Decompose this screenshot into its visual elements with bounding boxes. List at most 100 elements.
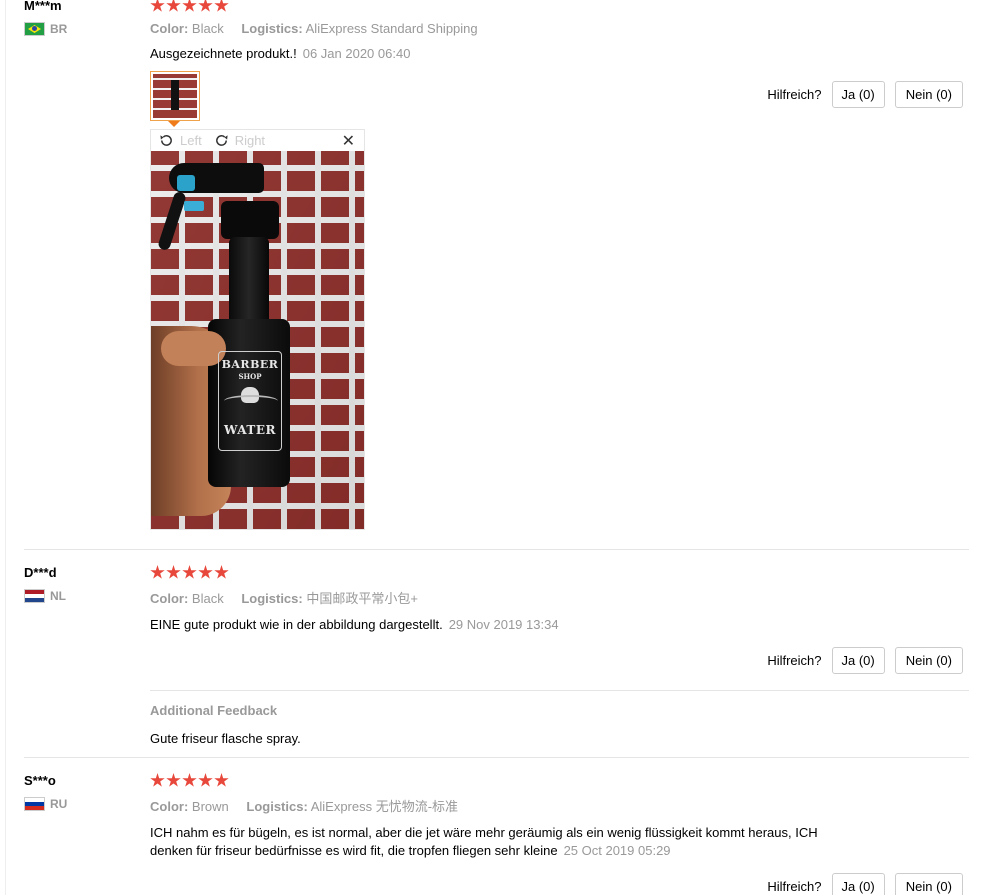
star-icon [214,565,229,579]
review-body: Color: Brown Logistics: AliExpress 无忧物流-… [150,773,969,860]
russia-flag-icon [24,797,45,811]
rotate-left-icon [160,135,172,146]
reviewer-info: M***m BR [24,0,134,36]
star-icon [198,773,213,787]
logistics-label: Logistics: [241,591,303,606]
bottle-neck [229,237,269,323]
star-icon [182,0,197,12]
review-divider [24,757,969,758]
review-body: Color: Black Logistics: 中国邮政平常小包+ EINE g… [150,565,969,634]
star-icon [166,0,181,12]
review-date: 29 Nov 2019 13:34 [448,617,559,632]
reviewer-country: BR [24,22,134,36]
review-item: S***o RU Color: Brown Logistics: AliExpr… [24,773,969,895]
review-text-row: EINE gute produkt wie in der abbildung d… [150,616,969,634]
color-label: Color: [150,21,189,36]
spray-clip [184,201,204,211]
review-date: 25 Oct 2019 05:29 [563,843,671,858]
bottle-label-line2: SHOP [238,372,262,381]
netherlands-flag-icon [24,589,45,603]
star-icon [198,565,213,579]
thumbnail-pointer-icon [168,121,180,127]
review-item: D***d NL Color: Black Logistics: 中国邮政平常小… [24,565,969,755]
review-text: Ausgezeichnete produkt.! [150,46,297,61]
review-photo-thumbnail[interactable] [150,71,200,127]
review-text-line1: ICH nahm es für bügeln, es ist normal, a… [150,825,818,840]
star-icon [214,773,229,787]
rotate-right-icon [215,135,228,146]
additional-feedback-divider [150,690,969,691]
helpful-label: Hilfreich? [767,653,822,668]
reviewer-country: RU [24,797,134,811]
color-value: Black [191,21,224,36]
additional-feedback-title: Additional Feedback [150,703,278,718]
helpful-yes-button[interactable]: Ja (0) [831,81,885,108]
reviewer-name: D***d [24,565,57,580]
helpful-controls: Hilfreich? Ja (0) Nein (0) [767,647,963,674]
helpful-controls: Hilfreich? Ja (0) Nein (0) [767,81,963,108]
review-meta: Color: Brown Logistics: AliExpress 无忧物流-… [150,796,969,815]
bottle-label-line1: BARBER [221,358,279,371]
bottle-label-line3: WATER [224,423,276,437]
helpful-no-button[interactable]: Nein (0) [894,647,963,674]
helpful-label: Hilfreich? [767,879,822,894]
reviewer-info: S***o RU [24,773,134,811]
star-icon [214,0,229,12]
brazil-flag-icon [24,22,45,36]
logistics-value: AliExpress Standard Shipping [305,21,478,36]
color-value: Black [191,591,224,606]
helpful-label: Hilfreich? [767,87,822,102]
star-icon [182,773,197,787]
helpful-yes-button[interactable]: Ja (0) [831,873,885,895]
rotate-left-label: Left [180,133,202,148]
star-rating [150,565,969,580]
star-icon [166,565,181,579]
reviewer-name: S***o [24,773,56,788]
rotate-right-label: Right [234,133,266,148]
review-photo-large: BARBER SHOP WATER [151,151,364,529]
helpful-no-button[interactable]: Nein (0) [894,873,963,895]
star-icon [150,773,165,787]
review-date: 06 Jan 2020 06:40 [302,46,411,61]
close-viewer-button[interactable]: ✕ [342,131,355,150]
helpful-yes-button[interactable]: Ja (0) [831,647,885,674]
color-label: Color: [150,591,189,606]
bottle-label: BARBER SHOP WATER [218,351,282,451]
rotate-right-button[interactable]: Right [214,133,265,148]
wings-icon [224,395,278,407]
bottle-cap [221,201,279,239]
review-item: M***m BR Color: Black Logistics: AliExpr… [24,0,969,546]
color-label: Color: [150,799,189,814]
review-text-row: Ausgezeichnete produkt.! 06 Jan 2020 06:4… [150,45,969,63]
hand-thumb [161,331,226,366]
thumbnail-image [153,74,197,118]
logistics-value: AliExpress 无忧物流-标准 [310,799,459,814]
review-meta: Color: Black Logistics: AliExpress Stand… [150,21,969,36]
country-code: BR [50,22,68,36]
logistics-label: Logistics: [241,21,303,36]
review-text-row: ICH nahm es für bügeln, es ist normal, a… [150,824,969,860]
color-value: Brown [191,799,229,814]
spray-nozzle [177,175,195,191]
rotate-left-button[interactable]: Left [159,133,202,148]
logistics-label: Logistics: [246,799,308,814]
star-icon [198,0,213,12]
star-icon [166,773,181,787]
logistics-value: 中国邮政平常小包+ [306,591,418,606]
additional-feedback-text: Gute friseur flasche spray. [150,731,301,746]
country-code: RU [50,797,68,811]
reviewer-info: D***d NL [24,565,134,603]
star-rating [150,773,969,788]
reviewer-name: M***m [24,0,62,13]
photo-viewer-toolbar: Left Right ✕ [151,130,364,151]
star-icon [182,565,197,579]
star-icon [150,0,165,12]
star-rating [150,0,969,13]
photo-viewer: Left Right ✕ BARBER SHOP WATER [150,129,365,530]
review-meta: Color: Black Logistics: 中国邮政平常小包+ [150,588,969,607]
review-text-line2: denken für friseur bedürfnisse es wird f… [150,843,558,858]
helpful-controls: Hilfreich? Ja (0) Nein (0) [767,873,963,895]
page-left-rule [5,0,6,895]
review-divider [24,549,969,550]
helpful-no-button[interactable]: Nein (0) [894,81,963,108]
